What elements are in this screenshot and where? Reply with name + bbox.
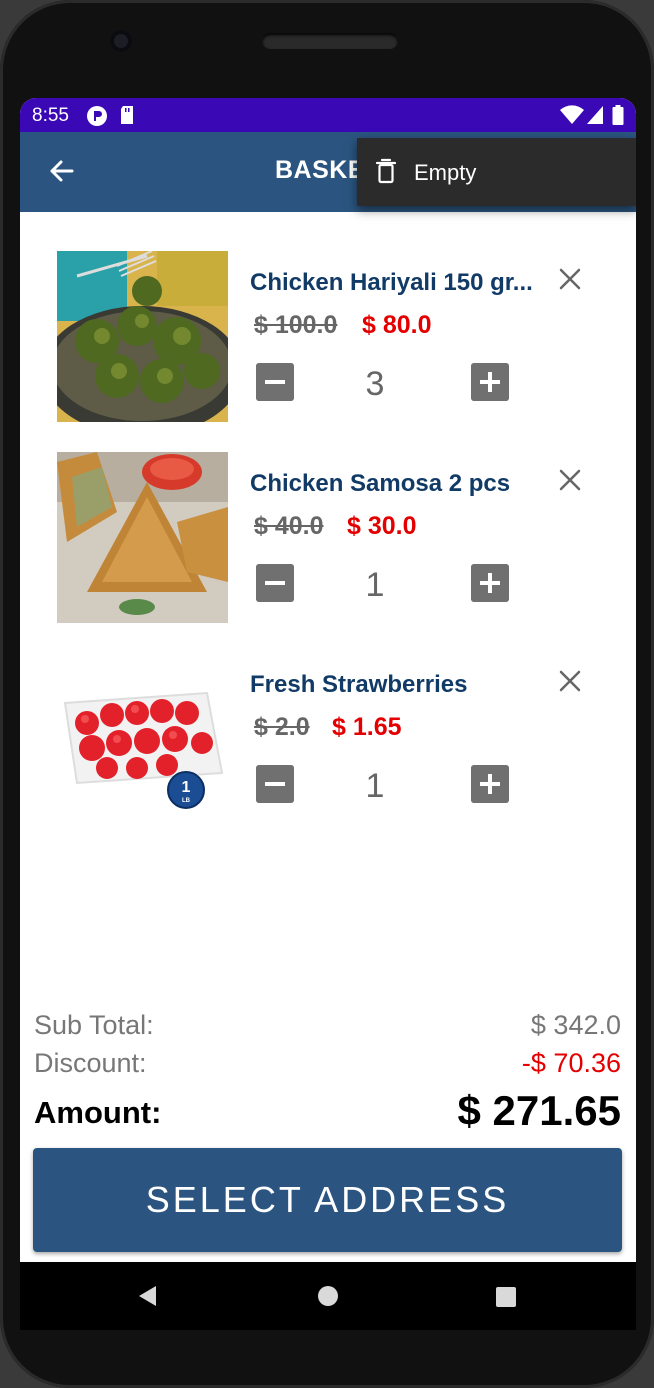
subtotal-label: Sub Total: — [34, 1010, 154, 1040]
increase-quantity-button[interactable] — [471, 564, 509, 602]
wifi-icon — [560, 105, 584, 124]
earpiece-speaker — [262, 33, 398, 49]
svg-text:1: 1 — [182, 779, 191, 796]
quantity-value: 3 — [365, 365, 385, 403]
cart-item: 1 LB Fresh Strawberries $ 2.0 $ 1.65 1 — [20, 653, 636, 833]
product-image-strawberries: 1 LB — [57, 653, 228, 824]
menu-item-label: Empty — [414, 160, 477, 185]
status-time: 8:55 — [32, 105, 69, 126]
remove-item-icon[interactable] — [558, 669, 582, 693]
original-price: $ 40.0 — [254, 512, 324, 540]
cart-item: Chicken Hariyali 150 gr... $ 100.0 $ 80.… — [20, 251, 636, 431]
discount-value: -$ 70.36 — [521, 1048, 621, 1078]
product-image-chicken-samosa — [57, 452, 228, 623]
discount-label: Discount: — [34, 1048, 147, 1078]
product-name: Chicken Samosa 2 pcs — [250, 470, 511, 497]
nav-home-icon[interactable] — [317, 1285, 339, 1307]
battery-icon — [612, 105, 624, 125]
decrease-quantity-button[interactable] — [256, 564, 294, 602]
sd-card-icon — [121, 106, 133, 124]
one-lb-badge-icon: 1 LB — [167, 771, 205, 809]
svg-text:LB: LB — [182, 798, 191, 804]
nav-back-icon[interactable] — [136, 1284, 160, 1308]
discounted-price: $ 30.0 — [347, 512, 417, 540]
decrease-quantity-button[interactable] — [256, 765, 294, 803]
increase-quantity-button[interactable] — [471, 363, 509, 401]
product-image-chicken-hariyali — [57, 251, 228, 422]
cart-item: Chicken Samosa 2 pcs $ 40.0 $ 30.0 1 — [20, 452, 636, 632]
notification-app-icon — [87, 106, 107, 126]
discounted-price: $ 80.0 — [362, 311, 432, 339]
original-price: $ 2.0 — [254, 713, 310, 741]
remove-item-icon[interactable] — [558, 468, 582, 492]
overflow-menu-item-empty[interactable]: Empty — [357, 138, 636, 206]
app-screen: 8:55 BASKET Empty Chicken Hariyali 150 g… — [20, 98, 636, 1330]
amount-label: Amount: — [34, 1095, 162, 1130]
subtotal-value: $ 342.0 — [530, 1010, 621, 1040]
quantity-value: 1 — [365, 767, 385, 805]
nav-recents-icon[interactable] — [495, 1286, 517, 1308]
original-price: $ 100.0 — [254, 311, 338, 339]
system-nav-bar — [20, 1262, 636, 1330]
amount-value: $ 271.65 — [457, 1087, 622, 1134]
increase-quantity-button[interactable] — [471, 765, 509, 803]
discounted-price: $ 1.65 — [332, 713, 402, 741]
product-name: Chicken Hariyali 150 gr... — [250, 269, 533, 296]
status-bar: 8:55 — [20, 98, 636, 132]
product-name: Fresh Strawberries — [250, 671, 468, 698]
select-address-button[interactable]: SELECT ADDRESS — [33, 1148, 622, 1252]
front-camera — [110, 30, 132, 52]
back-arrow-icon[interactable] — [46, 154, 76, 188]
quantity-value: 1 — [365, 566, 385, 604]
remove-item-icon[interactable] — [558, 267, 582, 291]
decrease-quantity-button[interactable] — [256, 363, 294, 401]
trash-icon — [375, 158, 397, 184]
cellular-signal-icon — [587, 106, 603, 124]
